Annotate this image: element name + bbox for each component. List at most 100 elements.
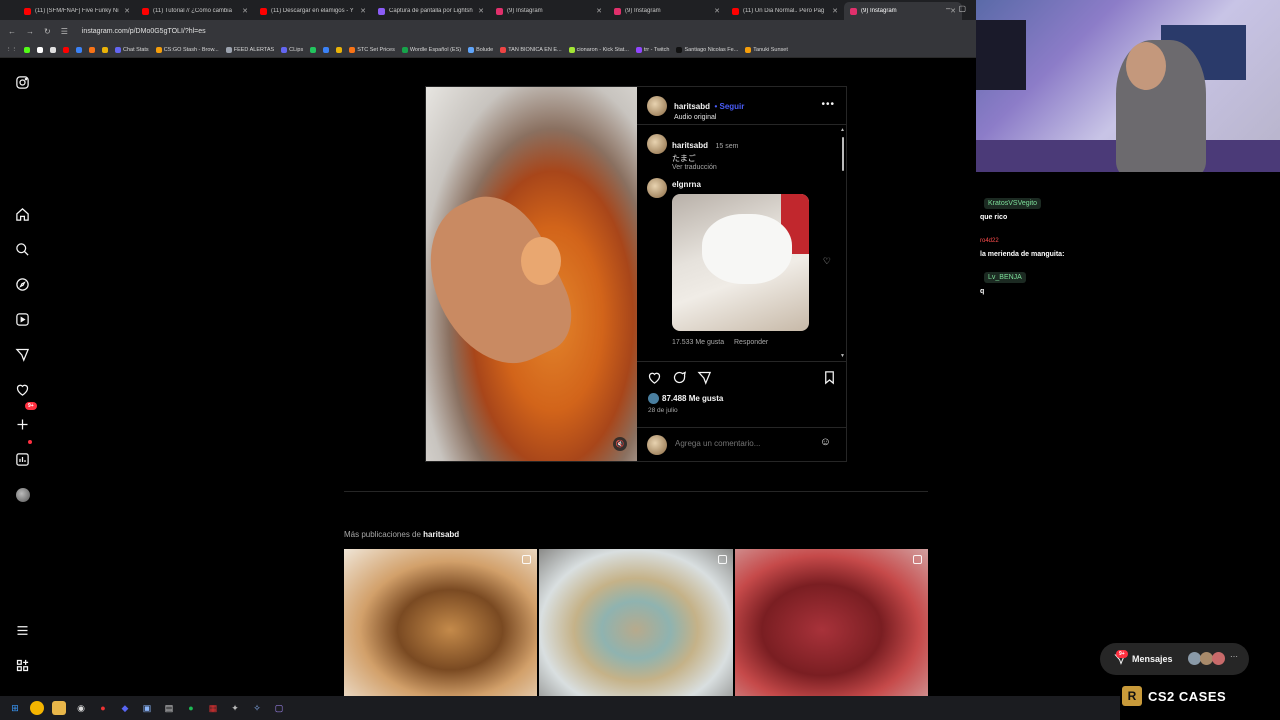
bookmark-icon[interactable] <box>323 46 330 53</box>
bookmark-csgo-stash[interactable]: CS:GO Stash - Brow... <box>155 46 219 53</box>
browser-tab[interactable]: (11) Descargar en elamigos - Y ✕ <box>254 2 372 20</box>
bookmark-icon[interactable] <box>37 46 43 53</box>
bookmark-wordle[interactable]: Wordle Español (ES) <box>401 46 461 53</box>
file-explorer-icon[interactable] <box>52 701 66 715</box>
create-plus-icon[interactable] <box>14 416 31 433</box>
more-posts-username[interactable]: haritsabd <box>423 530 459 539</box>
close-tab-icon[interactable]: ✕ <box>832 7 838 15</box>
apps-icon[interactable]: ⋮⋮ <box>6 47 17 53</box>
app-icon[interactable]: ✦ <box>228 701 242 715</box>
bookmark-icon[interactable] <box>24 46 30 53</box>
app-icon[interactable]: ▤ <box>162 701 176 715</box>
profile-avatar[interactable] <box>14 486 31 503</box>
steam-icon[interactable]: ◉ <box>74 701 88 715</box>
audio-link[interactable]: Audio original <box>674 114 744 121</box>
author-avatar[interactable] <box>647 96 667 116</box>
mute-icon[interactable]: 🔇 <box>613 437 627 451</box>
bookmark-icon[interactable] <box>63 46 69 53</box>
comment-username[interactable]: elgnrna <box>672 180 701 189</box>
bookmark-kick-stats[interactable]: cionaron - Kick Stat... <box>568 46 629 53</box>
maximize-icon[interactable]: ▢ <box>958 4 966 13</box>
bookmark-icon[interactable] <box>310 46 317 53</box>
close-tab-icon[interactable]: ✕ <box>124 7 130 15</box>
close-tab-icon[interactable]: ✕ <box>360 7 366 15</box>
save-icon[interactable] <box>822 370 837 388</box>
minimize-icon[interactable]: – <box>946 4 950 13</box>
browser-tab[interactable]: (11) [SFM/FNAF] Five Funky Ni ✕ <box>18 2 136 20</box>
forward-icon[interactable]: → <box>26 27 34 36</box>
site-info-icon[interactable]: ☰ <box>61 27 68 36</box>
like-icon[interactable] <box>647 370 662 388</box>
bookmark-icon[interactable] <box>102 46 108 53</box>
spotify-icon[interactable]: ● <box>184 701 198 715</box>
comments-scrollbar[interactable]: ▲ ▼ <box>840 127 845 359</box>
comment-avatar[interactable] <box>647 178 667 198</box>
grid-post[interactable] <box>734 549 928 696</box>
app-icon[interactable]: ● <box>96 701 110 715</box>
url-field[interactable]: instagram.com/p/DMo0G5gTOLI/?hl=es <box>82 28 206 35</box>
emoji-icon[interactable]: ☺ <box>820 436 831 448</box>
grid-post[interactable] <box>539 549 733 696</box>
likes-count[interactable]: 87.488 Me gusta <box>662 394 723 403</box>
reels-icon[interactable] <box>14 311 31 328</box>
share-icon[interactable] <box>697 370 712 388</box>
close-tab-icon[interactable]: ✕ <box>596 7 602 15</box>
menu-icon[interactable] <box>14 622 31 639</box>
comment-icon[interactable] <box>672 370 687 388</box>
instagram-logo-icon[interactable] <box>14 74 31 91</box>
windows-start-icon[interactable]: ⊞ <box>8 701 22 715</box>
bookmark-icon[interactable] <box>50 46 56 53</box>
reload-icon[interactable]: ↻ <box>44 27 51 36</box>
bookmark-tan-bionica[interactable]: TAN BIONICA EN E... <box>500 46 562 53</box>
bookmark-feed-alertas[interactable]: FEED ALERTAS <box>225 46 274 53</box>
caption-avatar[interactable] <box>647 134 667 154</box>
bookmark-santiago[interactable]: Santiago Nicolas Fe... <box>676 46 738 53</box>
chrome-icon[interactable] <box>30 701 44 715</box>
explore-icon[interactable] <box>14 276 31 293</box>
app-icon[interactable]: ▦ <box>206 701 220 715</box>
caption-username[interactable]: haritsabd <box>672 141 708 150</box>
back-icon[interactable]: ← <box>8 27 16 36</box>
more-icon[interactable]: ⋯ <box>1230 652 1238 661</box>
messages-icon[interactable] <box>14 346 31 363</box>
home-icon[interactable] <box>14 206 31 223</box>
bookmark-stc-set-prices[interactable]: STC Set Prices <box>349 46 395 53</box>
app-icon[interactable]: ✧ <box>250 701 264 715</box>
dashboard-icon[interactable] <box>14 451 31 468</box>
comment-like-icon[interactable]: ♡ <box>823 256 831 267</box>
comment-input[interactable] <box>675 439 805 448</box>
reply-button[interactable]: Responder <box>734 339 768 346</box>
app-icon[interactable]: ▣ <box>140 701 154 715</box>
discord-icon[interactable]: ◆ <box>118 701 132 715</box>
bookmark-bolude[interactable]: Bolude <box>468 46 493 53</box>
bookmark-icon[interactable] <box>336 46 343 53</box>
browser-tab[interactable]: (9) Instagram ✕ <box>490 2 608 20</box>
follow-button[interactable]: • Seguir <box>714 102 744 111</box>
app-icon[interactable]: ▢ <box>272 701 286 715</box>
bookmark-icon[interactable] <box>89 46 95 53</box>
threads-grid-icon[interactable] <box>14 657 31 674</box>
scroll-down-icon[interactable]: ▼ <box>840 353 845 359</box>
close-tab-icon[interactable]: ✕ <box>714 7 720 15</box>
browser-tab-active[interactable]: (9) Instagram ✕ <box>844 2 962 20</box>
reel-video[interactable]: 🔇 <box>426 87 637 461</box>
bookmark-clips[interactable]: CLips <box>281 46 303 53</box>
author-username[interactable]: haritsabd <box>674 102 710 111</box>
more-options-icon[interactable]: ••• <box>821 99 835 110</box>
scroll-up-icon[interactable]: ▲ <box>840 127 845 133</box>
browser-tab[interactable]: (11) Un Dia Normal.. Pero Pag ✕ <box>726 2 844 20</box>
browser-tab[interactable]: Captura de pantalla por Lightsh ✕ <box>372 2 490 20</box>
messages-button[interactable]: Mensajes <box>1100 643 1249 675</box>
bookmark-icon[interactable] <box>76 46 82 53</box>
bookmark-twitch[interactable]: trr - Twitch <box>635 46 669 53</box>
scrollbar-thumb[interactable] <box>842 137 844 171</box>
bookmark-tanuki-sunset[interactable]: Tanuki Sunset <box>745 46 788 53</box>
search-icon[interactable] <box>14 241 31 258</box>
grid-post[interactable] <box>344 549 538 696</box>
browser-tab[interactable]: (11) Tutorial // ¿Cómo cambia ✕ <box>136 2 254 20</box>
notifications-heart-icon[interactable] <box>14 381 31 398</box>
bookmark-chat-stats[interactable]: Chat Stats <box>115 46 149 53</box>
close-tab-icon[interactable]: ✕ <box>242 7 248 15</box>
translate-link[interactable]: Ver traducción <box>672 164 738 171</box>
browser-tab[interactable]: (9) Instagram ✕ <box>608 2 726 20</box>
